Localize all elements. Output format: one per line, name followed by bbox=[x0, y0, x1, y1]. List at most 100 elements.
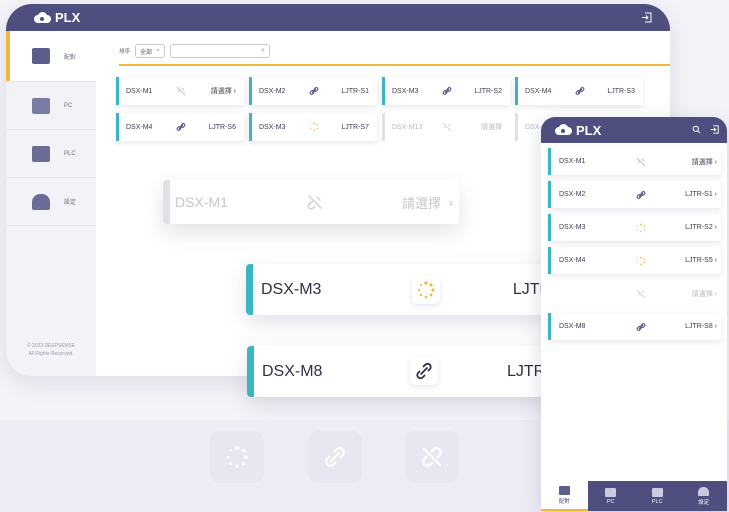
link-icon bbox=[573, 84, 587, 98]
link-screen-icon bbox=[558, 485, 570, 495]
target-name: LJTR-S2 › bbox=[685, 224, 717, 231]
status-bar bbox=[249, 113, 252, 141]
device-name: DSX-M4 bbox=[525, 87, 552, 95]
device-name: DSX-M13 bbox=[392, 123, 423, 131]
loading-icon bbox=[307, 120, 321, 134]
link-icon bbox=[440, 84, 454, 98]
device-name: DSX-M1 bbox=[126, 87, 153, 95]
sidebar-item-label: 設定 bbox=[64, 200, 77, 206]
tab-pc[interactable]: PC bbox=[588, 481, 635, 511]
exit-icon[interactable] bbox=[710, 125, 719, 134]
target-name: LJTR-S7 bbox=[341, 123, 369, 131]
status-bar bbox=[548, 247, 551, 274]
tab-settings[interactable]: 設定 bbox=[681, 481, 728, 511]
pair-card[interactable]: DSX-M4 LJTR-S3 bbox=[515, 77, 643, 105]
device-name: DSX-M4 bbox=[559, 257, 586, 264]
device-name: DSX-M1 bbox=[559, 158, 586, 165]
phone-card-list: DSX-M1 請選擇 › DSX-M2 LJTR-S1 › DSX-M3 LJT… bbox=[548, 148, 721, 346]
sidebar-item-plc[interactable]: PLC bbox=[6, 130, 96, 178]
target-name: LJTR-S1 bbox=[341, 87, 369, 95]
link-icon bbox=[410, 357, 438, 385]
cloud-logo-icon bbox=[555, 124, 572, 136]
copyright-line: All Rights Reserved. bbox=[28, 351, 74, 357]
loading-icon bbox=[412, 276, 440, 304]
sidebar-item-pairing[interactable]: 配對 bbox=[6, 31, 96, 82]
plc-icon bbox=[651, 487, 663, 497]
status-bar bbox=[548, 313, 551, 340]
chevron-right-icon: › bbox=[448, 194, 453, 210]
target-name: LJTR-S3 bbox=[607, 87, 635, 95]
pair-card[interactable]: DSX-M3 LJTR-S2 › bbox=[548, 214, 721, 241]
unlink-icon bbox=[634, 155, 647, 168]
target-name: LJTR-S8 › bbox=[685, 323, 717, 330]
status-bar bbox=[382, 113, 385, 141]
loading-icon bbox=[634, 254, 647, 267]
status-bar bbox=[246, 264, 253, 315]
pair-card[interactable]: DSX-M1 請選擇 › bbox=[116, 77, 244, 105]
pair-card[interactable]: DSX-M4 LJTR-S6 bbox=[116, 113, 244, 141]
target-name: LJTR-S1 › bbox=[685, 191, 717, 198]
settings-icon bbox=[698, 486, 710, 496]
sidebar-item-pc[interactable]: PC bbox=[6, 82, 96, 130]
pair-card[interactable]: DSX-M1 請選擇 › bbox=[548, 148, 721, 175]
device-name: DSX-M3 bbox=[259, 123, 286, 131]
device-name: DSX- bbox=[525, 123, 542, 131]
phone-header: PLX bbox=[541, 117, 727, 143]
sort-label: 排序 bbox=[119, 49, 131, 55]
floating-pair-card[interactable]: DSX-M8 LJTR bbox=[247, 346, 557, 397]
tab-label: 設定 bbox=[698, 499, 710, 506]
target-name: 請選擇 bbox=[401, 195, 441, 211]
tablet-header: PLX bbox=[6, 4, 670, 31]
status-bar bbox=[116, 113, 119, 141]
tablet-sidebar: 配對 PC PLC 設定 © 2022 DEEPSENSE All Rights… bbox=[6, 31, 96, 376]
device-name: DSX-M3 bbox=[559, 224, 586, 231]
search-icon[interactable] bbox=[692, 125, 701, 134]
sidebar-item-label: 配對 bbox=[64, 54, 77, 61]
status-bar bbox=[247, 346, 254, 397]
sidebar-item-settings[interactable]: 設定 bbox=[6, 178, 96, 226]
status-bar bbox=[382, 77, 385, 105]
filter-row: 排序 全部 ⌕ bbox=[119, 44, 271, 58]
sidebar-item-label: PC bbox=[64, 102, 73, 109]
link-screen-icon bbox=[32, 48, 50, 64]
pc-icon bbox=[32, 97, 50, 114]
pair-card[interactable]: DSX-M4 LJTR-S5 › bbox=[548, 247, 721, 274]
sort-select[interactable]: 全部 bbox=[135, 44, 166, 58]
app-logo: PLX bbox=[34, 10, 80, 25]
pair-card[interactable]: DSX-M2 LJTR-S1 bbox=[249, 77, 377, 105]
unlink-icon bbox=[634, 287, 647, 300]
search-input[interactable]: ⌕ bbox=[170, 44, 271, 58]
cloud-logo-icon bbox=[34, 11, 51, 24]
pair-card[interactable]: DSX-M3 LJTR-S2 bbox=[382, 77, 510, 105]
unlink-icon bbox=[405, 431, 459, 483]
status-bar bbox=[116, 77, 119, 105]
plc-icon bbox=[32, 145, 50, 162]
phone-frame: PLX DSX-M1 請選擇 › DSX-M2 LJTR-S1 › DSX-M3… bbox=[541, 117, 727, 511]
copyright: © 2022 DEEPSENSE All Rights Reserved. bbox=[6, 342, 96, 358]
target-name: LJTR-S5 › bbox=[685, 257, 717, 264]
status-bar bbox=[548, 148, 551, 175]
pair-card[interactable]: DSX-M8 LJTR-S8 › bbox=[548, 313, 721, 340]
app-name: PLX bbox=[576, 122, 602, 138]
pair-card: 請選擇 › bbox=[548, 280, 721, 307]
status-bar bbox=[515, 77, 518, 105]
tab-plc[interactable]: PLC bbox=[634, 481, 681, 511]
target-name: 請選擇 › bbox=[691, 158, 717, 166]
target-name: 請選擇 › bbox=[691, 290, 717, 298]
device-name: DSX-M1 bbox=[175, 194, 228, 210]
floating-pair-card: DSX-M1 請選擇 › bbox=[163, 180, 459, 224]
link-icon bbox=[634, 188, 647, 201]
loading-icon bbox=[634, 221, 647, 234]
app-name: PLX bbox=[55, 10, 81, 25]
exit-icon[interactable] bbox=[641, 12, 652, 23]
link-icon bbox=[308, 431, 362, 483]
phone-tab-bar: 配對 PC PLC 設定 bbox=[541, 481, 727, 511]
tab-pairing[interactable]: 配對 bbox=[541, 481, 588, 511]
device-name: DSX-M8 bbox=[262, 362, 323, 380]
divider bbox=[119, 64, 670, 66]
pair-card[interactable]: DSX-M3 LJTR-S7 bbox=[249, 113, 377, 141]
pair-card[interactable]: DSX-M2 LJTR-S1 › bbox=[548, 181, 721, 208]
target-name: LJTR-S6 bbox=[208, 123, 236, 131]
copyright-line: © 2022 DEEPSENSE bbox=[26, 343, 76, 349]
search-icon: ⌕ bbox=[261, 47, 266, 54]
